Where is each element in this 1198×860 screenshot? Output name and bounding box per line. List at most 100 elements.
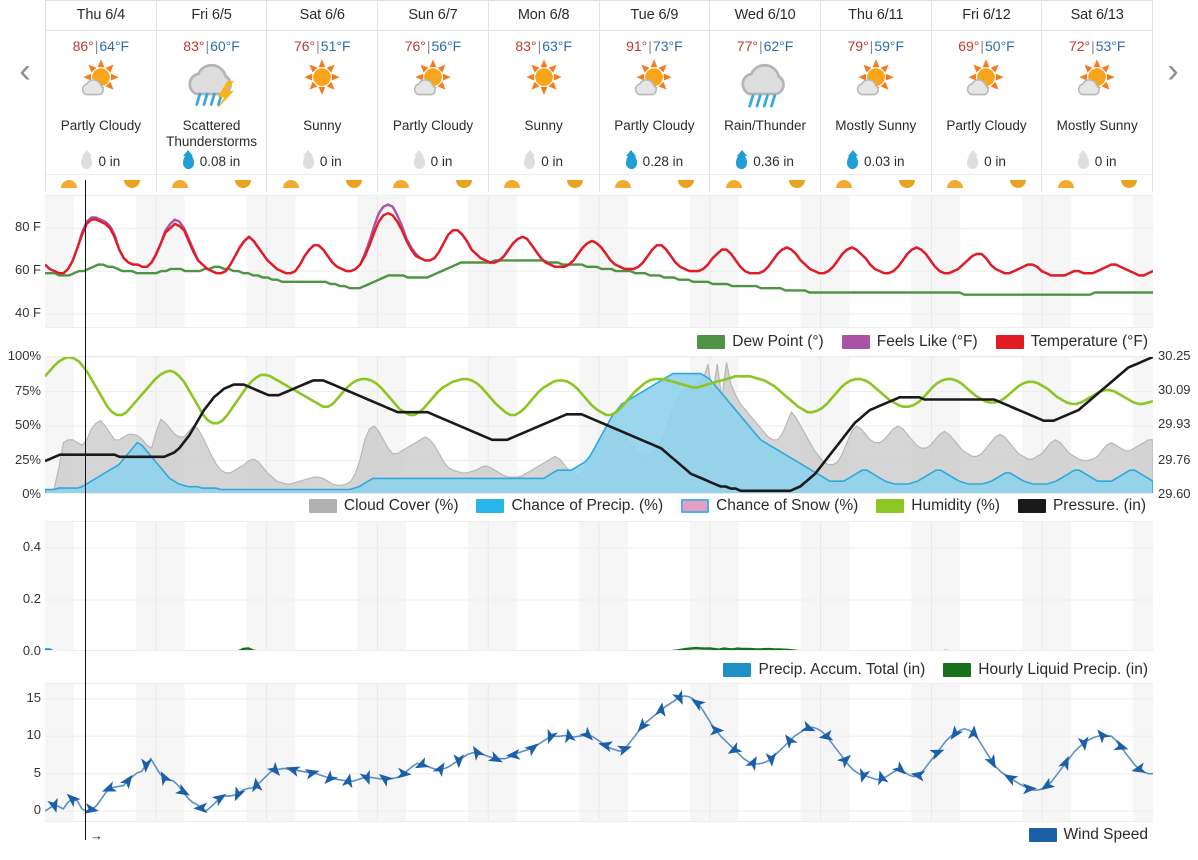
next-days-button[interactable]: ›: [1156, 50, 1190, 94]
day-low-temp: 62°F: [763, 38, 794, 54]
legend-item[interactable]: Pressure. (in): [1017, 497, 1146, 515]
day-high-temp: 69°: [958, 38, 980, 54]
legend-label: Feels Like (°F): [876, 333, 978, 350]
sun-times-row: [267, 174, 378, 192]
axis-tick-label: 29.76: [1158, 452, 1191, 468]
legend-item[interactable]: Chance of Precip. (%): [476, 497, 663, 515]
precip-amount: 0.28 in: [642, 153, 684, 169]
day-label: Sat 6/6: [267, 1, 378, 31]
day-column[interactable]: Sat 6/13 72°|53°F Mostly Sunny 0 in: [1042, 1, 1154, 192]
sun-times-row: [710, 174, 820, 192]
day-temperatures: 86°|64°F: [73, 31, 130, 56]
sunrise-icon: [725, 180, 742, 188]
day-label: Fri 6/5: [156, 1, 267, 31]
legend-label: Chance of Snow (%): [716, 497, 859, 514]
legend-label: Temperature (°F): [1030, 333, 1148, 350]
day-precipitation: 0 in: [302, 149, 342, 175]
thunderstorm-icon: [175, 57, 249, 115]
legend-swatch: [943, 663, 972, 677]
precipitation-plot[interactable]: [45, 521, 1153, 651]
day-label: Fri 6/12: [931, 1, 1042, 31]
day-condition: Scattered Thunderstorms: [166, 118, 257, 149]
day-high-temp: 91°: [626, 38, 648, 54]
precip-amount: 0.36 in: [753, 153, 794, 169]
day-low-temp: 50°F: [985, 38, 1015, 54]
sunrise-icon: [504, 180, 521, 188]
sunset-icon: [235, 180, 252, 188]
legend-label: Cloud Cover (%): [343, 497, 459, 514]
day-low-temp: 59°F: [874, 38, 905, 54]
precip-amount: 0 in: [1094, 153, 1117, 169]
day-temperatures: 83°|60°F: [183, 31, 240, 56]
legend-item[interactable]: Precip. Accum. Total (in): [723, 661, 925, 679]
wind-plot[interactable]: [45, 683, 1153, 822]
day-column[interactable]: Fri 6/5 83°|60°F Scattered Thunderstorms 0.…: [156, 1, 268, 192]
precip-drop-icon: [81, 153, 93, 169]
axis-tick-label: 75%: [14, 382, 41, 398]
conditions-plot[interactable]: [45, 356, 1153, 494]
legend-swatch: [841, 335, 870, 349]
sunrise-icon: [61, 180, 78, 188]
legend-item[interactable]: Humidity (%): [876, 497, 1000, 515]
day-column[interactable]: Mon 6/8 83°|63°F Sunny 0 in: [488, 1, 600, 192]
legend-item[interactable]: Chance of Snow (%): [681, 497, 858, 515]
partly-cloudy-icon: [1060, 57, 1134, 115]
axis-tick-label: 30.25: [1158, 348, 1191, 363]
axis-tick-label: 0%: [22, 486, 41, 501]
day-condition: Sunny: [303, 118, 342, 133]
precip-amount: 0.03 in: [864, 153, 905, 169]
precip-amount: 0 in: [984, 153, 1006, 169]
sun-times-row: [1042, 174, 1153, 192]
day-column[interactable]: Fri 6/12 69°|50°F Partly Cloudy 0 in: [931, 1, 1043, 192]
day-column[interactable]: Thu 6/4 86°|64°F Partly Cloudy 0 in: [46, 1, 157, 192]
temperature-legend: Dew Point (°) Feels Like (°F) Temperature …: [697, 331, 1148, 353]
day-column[interactable]: Sat 6/6 76°|51°F Sunny 0 in: [267, 1, 379, 192]
day-temperatures: 79°|59°F: [848, 31, 905, 56]
legend-item[interactable]: Cloud Cover (%): [308, 497, 459, 515]
sunrise-icon: [393, 180, 410, 188]
legend-item[interactable]: Hourly Liquid Precip. (in): [943, 661, 1148, 679]
precip-drop-icon: [302, 153, 314, 169]
day-low-temp: 53°F: [1095, 38, 1126, 54]
legend-label: Humidity (%): [911, 497, 1000, 514]
sun-times-row: [46, 174, 156, 192]
legend-swatch: [697, 335, 726, 349]
axis-tick-label: 0: [33, 802, 41, 818]
legend-item[interactable]: Feels Like (°F): [841, 333, 978, 351]
wind-legend: Wind Speed: [1028, 824, 1148, 846]
legend-item[interactable]: Wind Speed: [1028, 826, 1148, 844]
day-condition: Partly Cloudy: [392, 118, 474, 133]
day-column[interactable]: Thu 6/11 79°|59°F Mostly Sunny 0.03 in: [820, 1, 932, 192]
sunset-icon: [345, 180, 362, 188]
precipitation-legend: Precip. Accum. Total (in) Hourly Liquid P…: [723, 659, 1148, 681]
day-column[interactable]: Wed 6/10 77°|62°F Rain/Thunder 0.36 in: [710, 1, 821, 192]
wind-direction-indicator: →: [90, 828, 103, 843]
day-high-temp: 72°: [1068, 38, 1091, 54]
day-label: Sun 6/7: [378, 1, 488, 31]
day-column[interactable]: Tue 6/9 91°|73°F Partly Cloudy 0.28 in: [599, 1, 711, 192]
day-condition: Mostly Sunny: [1056, 118, 1138, 133]
temperature-plot[interactable]: [45, 195, 1153, 328]
legend-item[interactable]: Dew Point (°): [697, 333, 824, 351]
day-condition: Partly Cloudy: [946, 118, 1027, 133]
legend-item[interactable]: Temperature (°F): [995, 333, 1148, 351]
day-condition: Rain/Thunder: [724, 118, 806, 133]
day-high-temp: 79°: [847, 38, 869, 54]
day-column[interactable]: Sun 6/7 76°|56°F Partly Cloudy 0 in: [378, 1, 489, 192]
legend-swatch: [476, 499, 505, 513]
day-precipitation: 0.28 in: [625, 149, 684, 175]
rain-icon: [728, 57, 802, 115]
sun-times-row: [378, 174, 488, 192]
day-precipitation: 0 in: [413, 149, 452, 175]
day-precipitation: 0.03 in: [847, 149, 905, 175]
partly-cloudy-icon: [617, 57, 691, 115]
axis-tick-label: 50%: [14, 417, 41, 432]
axis-tick-label: 0.0: [22, 643, 41, 658]
previous-days-button[interactable]: ‹: [8, 50, 42, 94]
axis-tick-label: 29.93: [1158, 415, 1191, 431]
legend-label: Wind Speed: [1063, 826, 1148, 843]
day-condition: Mostly Sunny: [835, 118, 917, 133]
day-temperatures: 69°|50°F: [958, 31, 1015, 56]
day-low-temp: 60°F: [210, 38, 240, 54]
day-precipitation: 0 in: [81, 149, 120, 175]
